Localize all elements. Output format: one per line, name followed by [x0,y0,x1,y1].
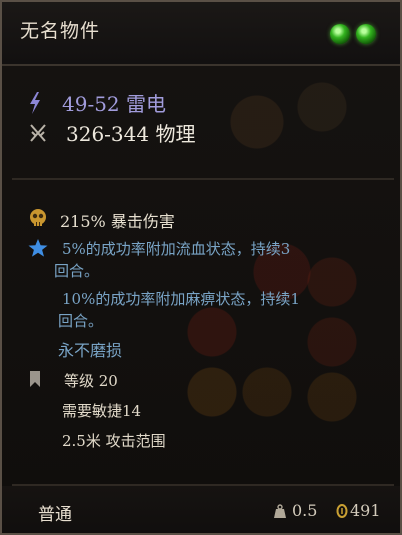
tooltip-footer: 普通 0.5 491 [2,486,400,533]
bookmark-icon [30,371,40,387]
requirement-text: 需要敏捷14 [62,402,142,420]
green-orb-icon [356,24,376,44]
level-row: 等级 20 [28,370,118,391]
requirement-row: 需要敏捷14 [62,400,141,421]
bleed-effect-line1: 5%的成功率附加流血状态，持续3 [62,240,291,258]
star-icon [28,239,48,257]
electric-damage: 49-52 雷电 [62,92,167,116]
crit-damage-text: 215% 暴击伤害 [60,212,175,231]
damage-row-electric: 49-52 雷电 [28,88,166,117]
item-name: 无名物件 [20,20,101,42]
unbreakable-row: 永不磨损 [58,340,122,362]
level-text: 等级 20 [64,372,118,390]
divider [12,178,394,180]
item-tooltip: 无名物件 49-52 雷电 326-344 物理 215% 暴击伤害 5%的成功… [0,0,402,535]
bleed-effect: 5%的成功率附加流血状态，持续3 回合。 [54,238,291,282]
tooltip-header: 无名物件 [2,2,400,66]
skull-icon [30,209,46,226]
paralysis-effect: 10%的成功率附加麻痹状态，持续1 回合。 [58,288,300,332]
coin-icon [336,504,348,518]
paralysis-row: 10%的成功率附加麻痹状态，持续1 回合。 [58,288,300,332]
range-text: 2.5米 攻击范围 [62,432,166,450]
paralysis-effect-line2: 回合。 [58,312,104,330]
paralysis-effect-line1: 10%的成功率附加麻痹状态，持续1 [62,290,300,308]
range-row: 2.5米 攻击范围 [62,430,166,451]
price-value: 491 [350,501,381,520]
rarity-label: 普通 [38,505,72,525]
crossed-swords-icon [30,123,46,142]
damage-row-physical: 326-344 物理 [28,118,195,147]
weight-value: 0.5 [292,501,318,520]
bleed-row: 5%的成功率附加流血状态，持续3 回合。 [28,238,290,282]
weight-icon [274,504,286,518]
bleed-effect-line2: 回合。 [54,262,100,280]
unbreakable-text: 永不磨损 [58,341,123,360]
green-orb-icon [330,24,350,44]
physical-damage: 326-344 物理 [66,122,196,146]
crit-row: 215% 暴击伤害 [28,208,175,232]
lightning-icon [30,91,40,114]
damage-section: 49-52 雷电 326-344 物理 [2,66,400,178]
